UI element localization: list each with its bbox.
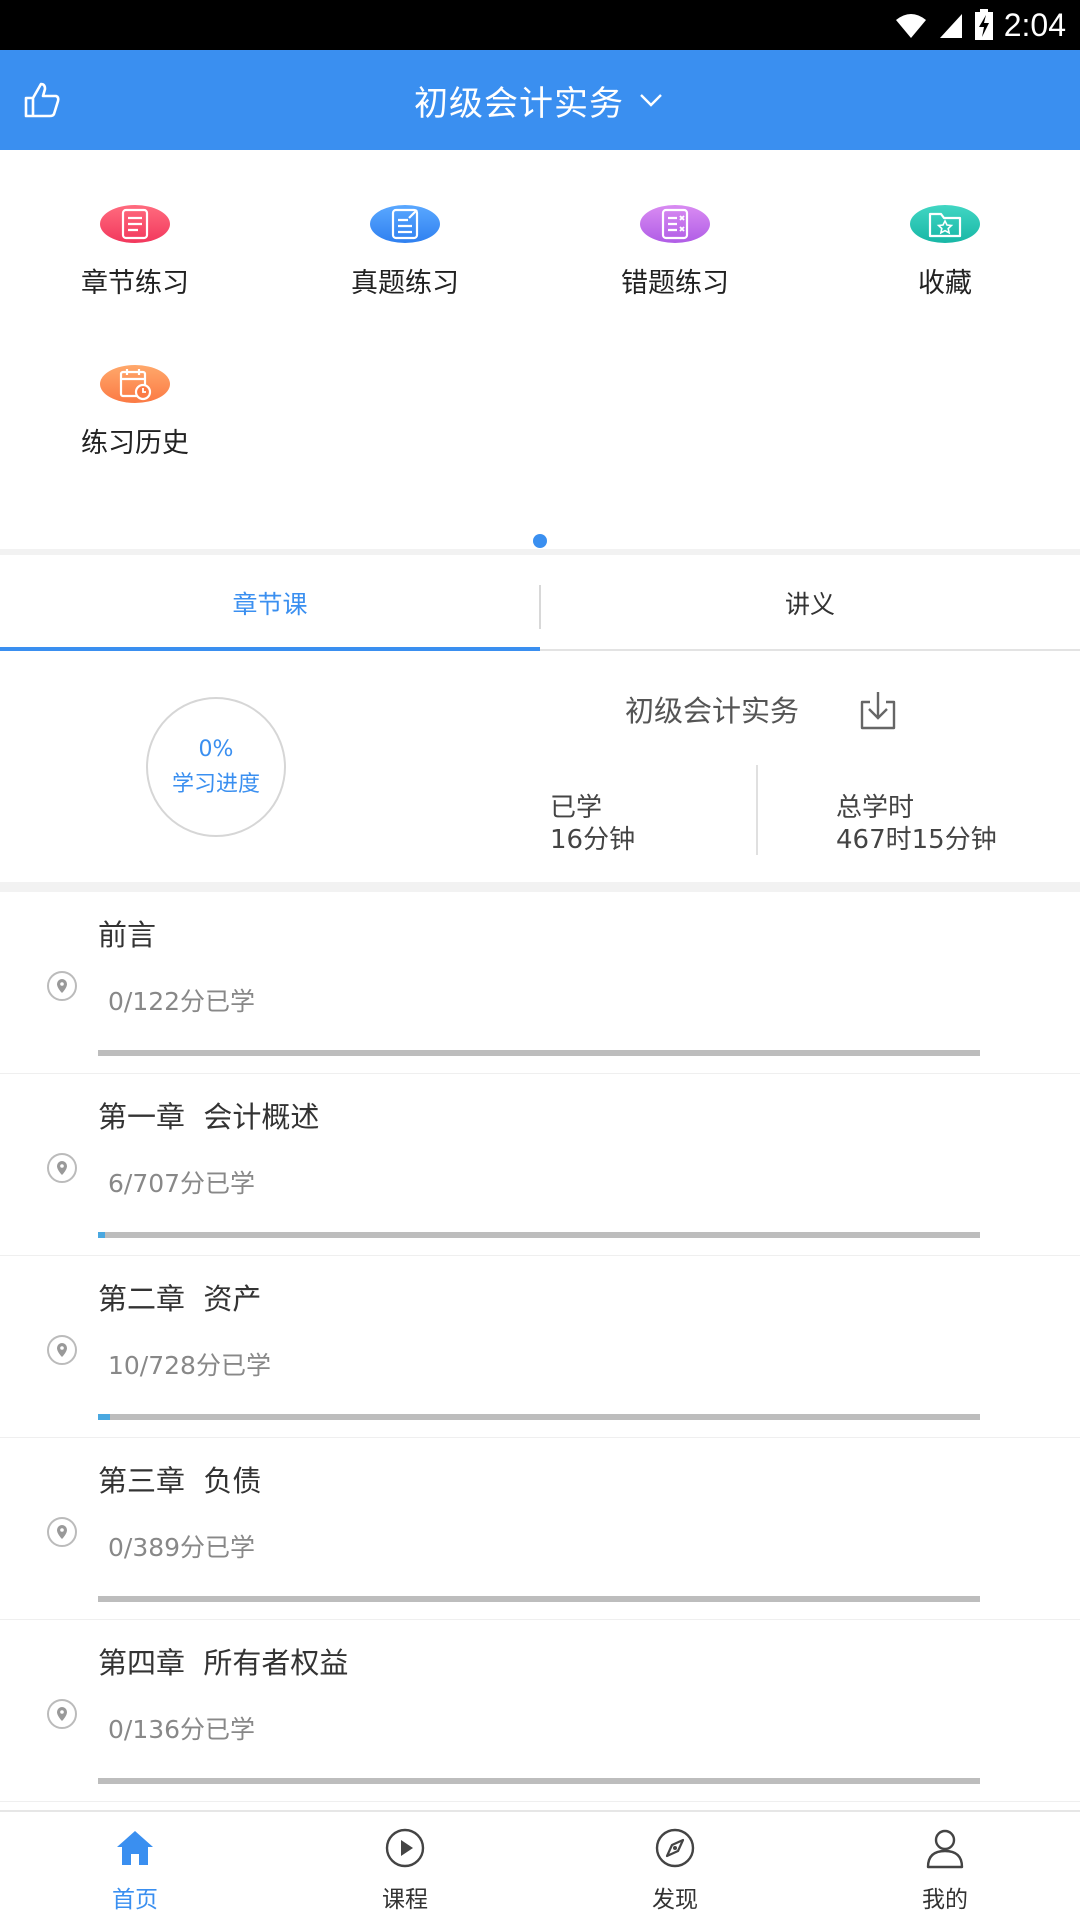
app-title: 初级会计实务 [414, 83, 624, 124]
quick-practice-history[interactable]: 练习历史 [0, 310, 270, 460]
chapter-progress-bar [98, 1050, 980, 1056]
chapter-progress-text: 10/728分已学 [108, 1351, 271, 1380]
chapter-title: 第三章 负债 [98, 1464, 262, 1498]
quick-label: 收藏 [918, 268, 972, 299]
chapter-item[interactable]: 第三章 负债 0/389分已学 [0, 1438, 1080, 1620]
nav-courses[interactable]: 课程 [270, 1812, 540, 1920]
active-tab-indicator [0, 647, 540, 651]
quick-actions-grid: 章节练习 真题练习 错题练习 收藏 练习历史 [0, 150, 1080, 550]
nav-profile[interactable]: 我的 [810, 1812, 1080, 1920]
content-tabs: 章节课 讲义 [0, 555, 1080, 651]
nav-home[interactable]: 首页 [0, 1812, 270, 1920]
location-pin-icon [47, 1153, 77, 1183]
wifi-icon [895, 14, 926, 38]
learned-value: 16分钟 [550, 825, 636, 855]
location-pin-icon [47, 1517, 77, 1547]
subject-selector[interactable]: 初级会计实务 [0, 50, 1080, 150]
nav-label: 发现 [652, 1887, 698, 1913]
learned-label: 已学 [550, 793, 603, 823]
bottom-navigation: 首页 课程 发现 我的 [0, 1810, 1080, 1920]
chapter-progress-bar [98, 1596, 980, 1602]
chapter-list: 前言 0/122分已学 第一章 会计概述 6/707分已学 第二章 资产 10/… [0, 892, 1080, 1802]
wrong-question-icon [640, 205, 710, 243]
chapter-progress-fill [98, 1232, 106, 1238]
chapter-progress-fill [98, 1414, 111, 1420]
status-time: 2:04 [1003, 6, 1066, 43]
quick-label: 错题练习 [621, 268, 729, 299]
chapter-item[interactable]: 第四章 所有者权益 0/136分已学 [0, 1620, 1080, 1802]
chapter-item[interactable]: 第二章 资产 10/728分已学 [0, 1256, 1080, 1438]
chevron-down-icon [640, 94, 662, 107]
chapter-progress-bar [98, 1414, 980, 1420]
total-label: 总学时 [836, 793, 915, 823]
stat-divider [756, 765, 758, 855]
quick-wrong-practice[interactable]: 错题练习 [540, 150, 810, 300]
nav-label: 课程 [382, 1887, 428, 1913]
download-icon[interactable] [856, 688, 900, 732]
exam-practice-icon [370, 205, 440, 243]
course-summary: 0% 学习进度 初级会计实务 已学 16分钟 总学时 467时15分钟 [0, 652, 1080, 882]
person-icon [926, 1829, 964, 1869]
app-bar: 初级会计实务 [0, 50, 1080, 150]
total-value: 467时15分钟 [836, 825, 997, 855]
total-hours-stat: 总学时 467时15分钟 [836, 792, 997, 856]
tab-handouts[interactable]: 讲义 [540, 555, 1080, 651]
location-pin-icon [47, 1699, 77, 1729]
chapter-title: 第二章 资产 [98, 1282, 262, 1316]
quick-favorites[interactable]: 收藏 [810, 150, 1080, 300]
chapter-practice-icon [100, 205, 170, 243]
chapter-item[interactable]: 前言 0/122分已学 [0, 892, 1080, 1074]
chapter-progress-text: 6/707分已学 [108, 1169, 256, 1198]
section-divider [0, 882, 1080, 892]
quick-exam-practice[interactable]: 真题练习 [270, 150, 540, 300]
status-bar: 2:04 [0, 0, 1080, 50]
chapter-progress-text: 0/122分已学 [108, 987, 256, 1016]
location-pin-icon [47, 971, 77, 1001]
compass-icon [655, 1828, 695, 1868]
quick-label: 练习历史 [81, 428, 189, 459]
chapter-title: 第一章 会计概述 [98, 1100, 320, 1134]
progress-label: 学习进度 [171, 771, 260, 797]
page-indicator-dot [533, 534, 547, 548]
status-icons: 2:04 [894, 0, 1066, 50]
chapter-title: 第四章 所有者权益 [98, 1646, 349, 1680]
battery-charging-icon [974, 9, 993, 40]
chapter-progress-bar [98, 1778, 980, 1784]
location-pin-icon [47, 1335, 77, 1365]
chapter-progress-text: 0/136分已学 [108, 1715, 256, 1744]
nav-discover[interactable]: 发现 [540, 1812, 810, 1920]
tab-chapter-lessons[interactable]: 章节课 [0, 555, 540, 651]
study-progress-ring: 0% 学习进度 [146, 697, 286, 837]
practice-history-icon [100, 365, 170, 403]
quick-label: 章节练习 [81, 268, 189, 299]
favorite-folder-icon [910, 205, 980, 243]
play-circle-icon [385, 1828, 425, 1868]
quick-label: 真题练习 [351, 268, 459, 299]
learned-stat: 已学 16分钟 [550, 792, 635, 856]
chapter-progress-bar [98, 1232, 980, 1238]
chapter-title: 前言 [98, 918, 157, 952]
chapter-item[interactable]: 第一章 会计概述 6/707分已学 [0, 1074, 1080, 1256]
course-title: 初级会计实务 [625, 694, 800, 728]
quick-chapter-practice[interactable]: 章节练习 [0, 150, 270, 300]
chapter-progress-text: 0/389分已学 [108, 1533, 256, 1562]
nav-label: 我的 [922, 1887, 968, 1913]
nav-label: 首页 [112, 1887, 158, 1913]
home-icon [117, 1831, 153, 1865]
signal-icon [939, 14, 962, 38]
progress-percent: 0% [198, 736, 234, 762]
